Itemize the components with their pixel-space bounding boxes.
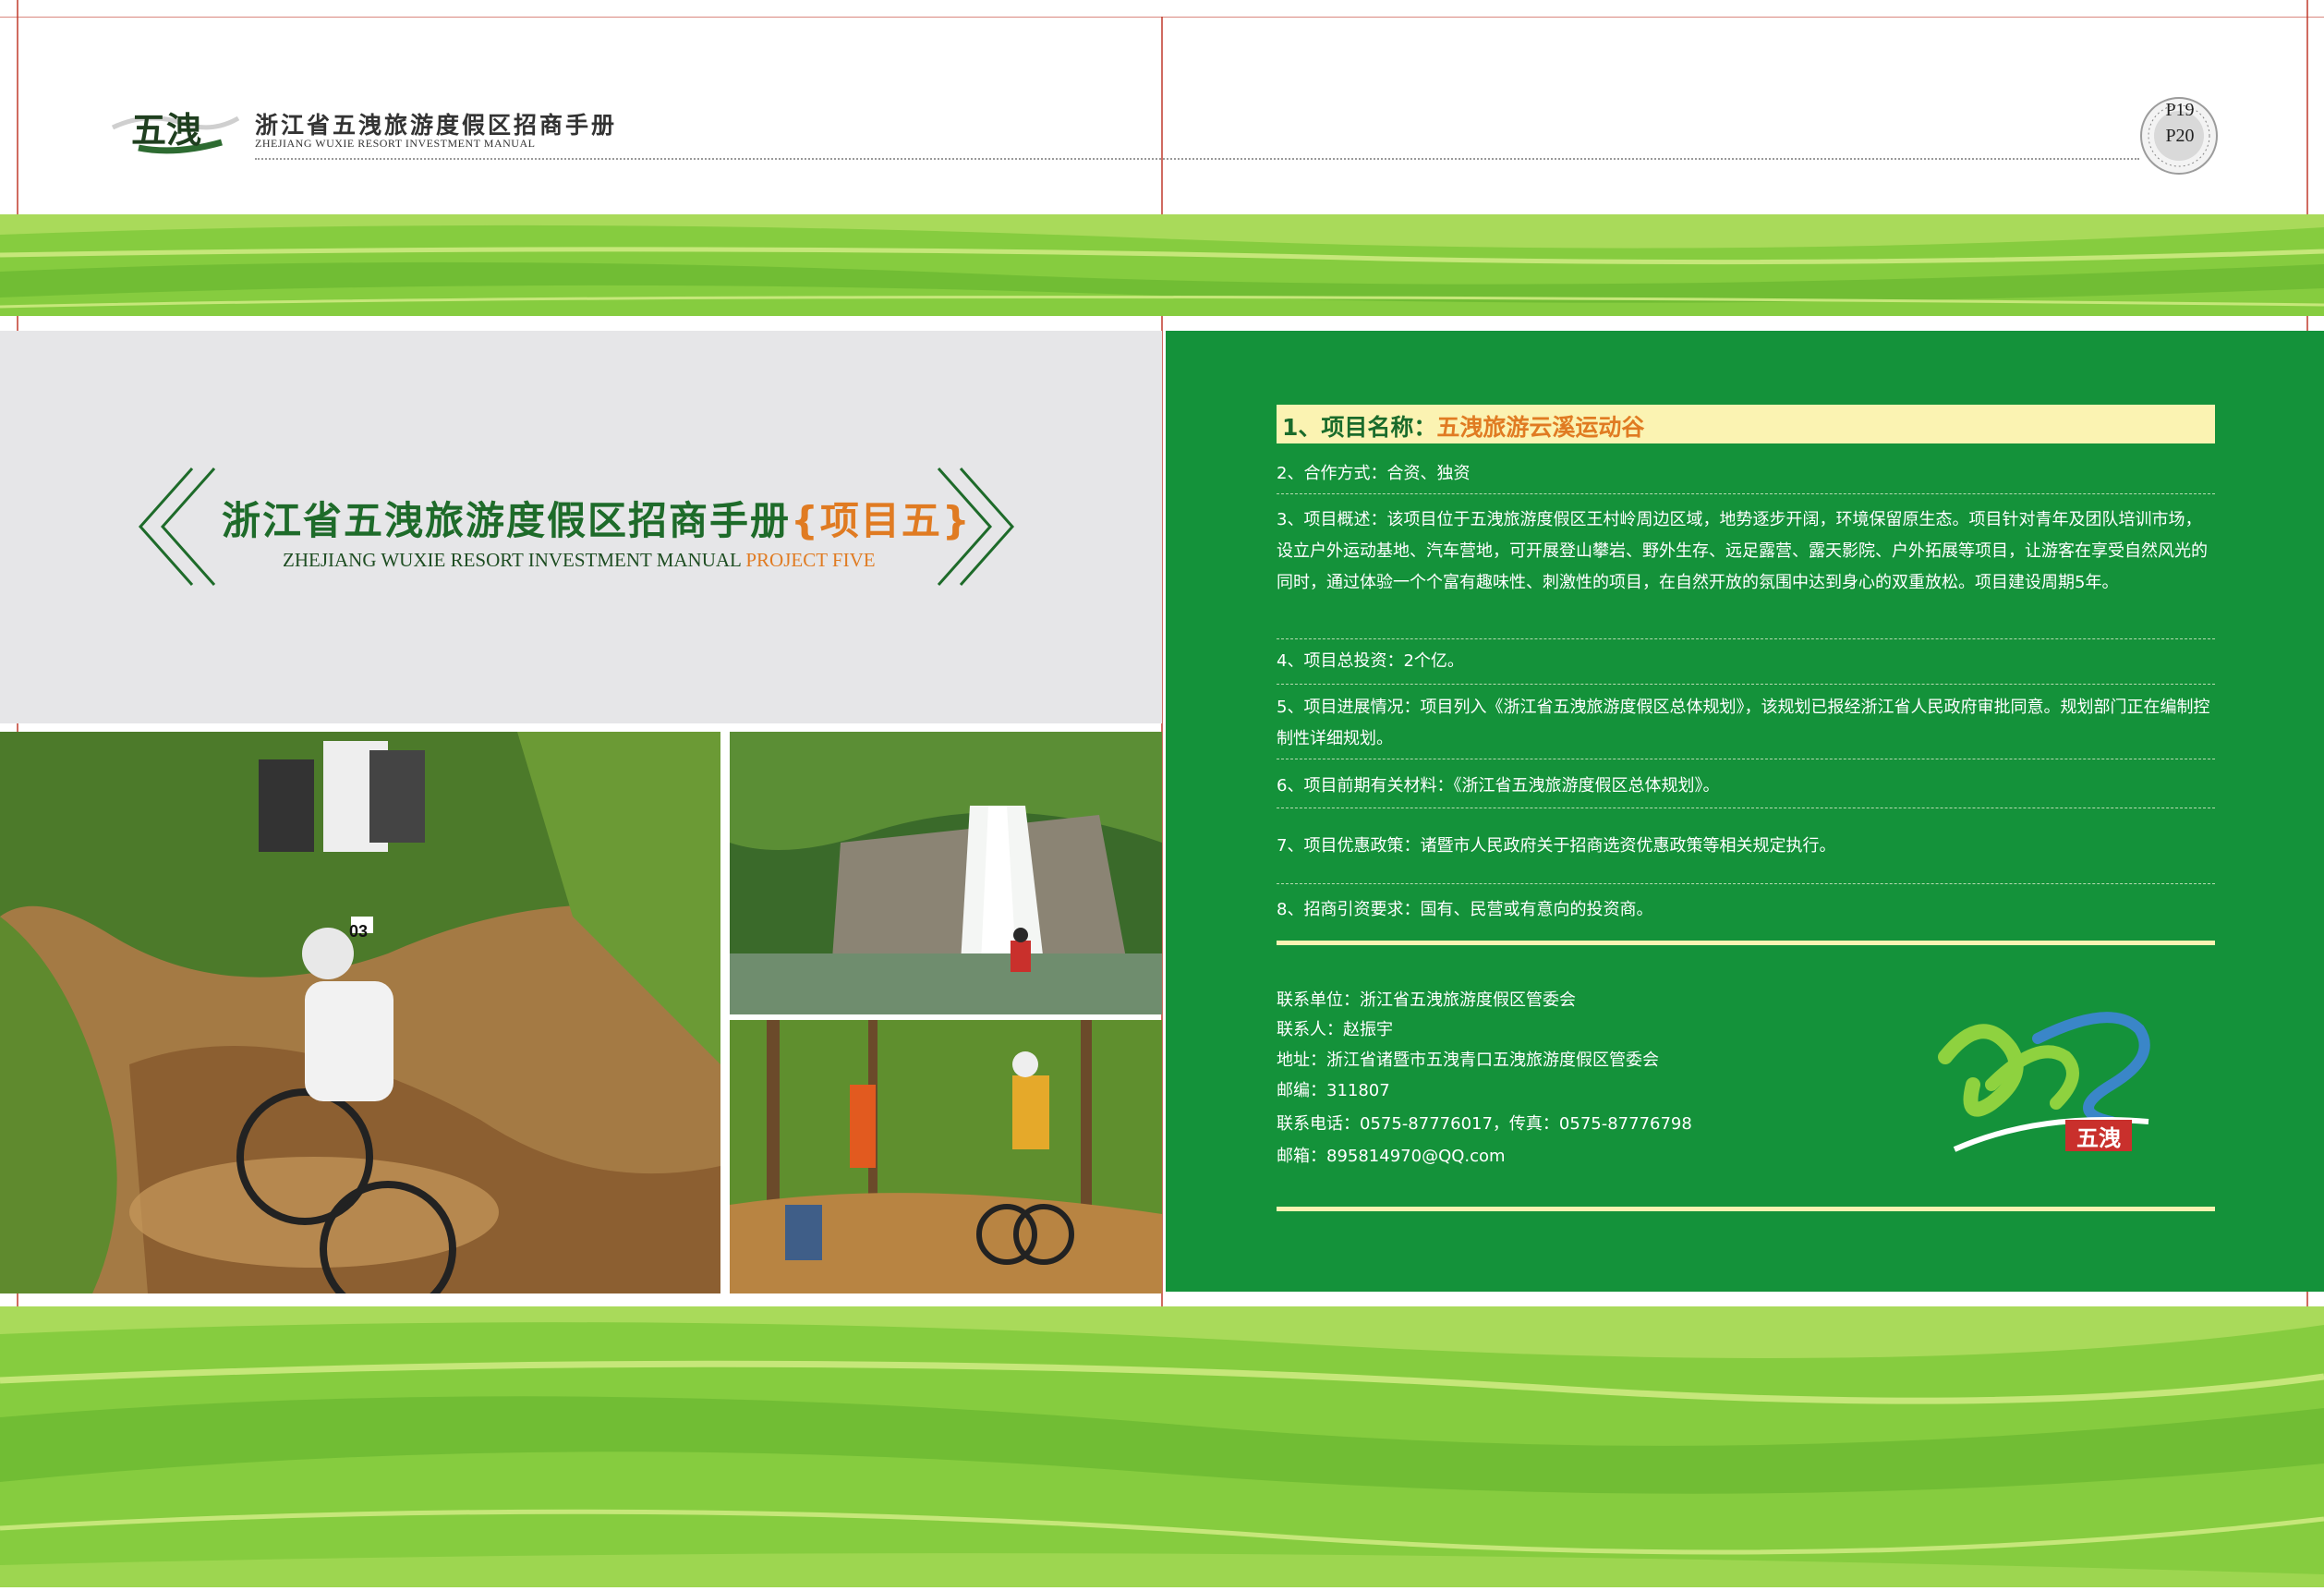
contact-unit: 联系单位：浙江省五洩旅游度假区管委会 xyxy=(1277,990,1576,1010)
project-number-highlight: {项目五} xyxy=(791,498,972,543)
header-subtitle: ZHEJIANG WUXIE RESORT INVESTMENT MANUAL xyxy=(255,137,536,150)
project-english-title: ZHEJIANG WUXIE RESORT INVESTMENT MANUAL … xyxy=(283,549,876,572)
section-divider xyxy=(1277,941,2215,945)
contact-phone-fax: 联系电话：0575-87776017，传真：0575-87776798 xyxy=(1277,1114,1692,1134)
page-number-left: P19 xyxy=(2165,100,2195,120)
divider xyxy=(1277,493,2215,494)
preliminary-materials: 6、项目前期有关材料：《浙江省五洩旅游度假区总体规划》。 xyxy=(1277,776,1720,796)
bottom-green-band xyxy=(0,1306,2324,1587)
total-investment: 4、项目总投资：2个亿。 xyxy=(1277,651,1464,671)
project-english-title-text: ZHEJIANG WUXIE RESORT INVESTMENT MANUAL xyxy=(283,549,742,571)
trim-line-top xyxy=(0,17,2324,18)
project-progress: 5、项目进展情况：项目列入《浙江省五洩旅游度假区总体规划》，该规划已报经浙江省人… xyxy=(1277,698,2210,748)
header-divider xyxy=(255,158,2139,160)
brand-logo-text: 五洩 xyxy=(2076,1124,2121,1151)
contact-address: 地址：浙江省诸暨市五洩青口五洩旅游度假区管委会 xyxy=(1277,1051,1659,1070)
bike-race-number: 03 xyxy=(349,922,368,941)
divider xyxy=(1277,638,2215,639)
mountain-bike-photo: 03 xyxy=(0,732,720,1293)
project-name-label: 1、项目名称： xyxy=(1282,414,1437,441)
header-title: 浙江省五洩旅游度假区招商手册 xyxy=(255,112,618,139)
preferential-policy: 7、项目优惠政策：诸暨市人民政府关于招商选资优惠政策等相关规定执行。 xyxy=(1277,836,1836,856)
project-name-bar: 1、项目名称：五洩旅游云溪运动谷 xyxy=(1277,405,2215,443)
project-name-value: 五洩旅游云溪运动谷 xyxy=(1436,414,1645,441)
project-overview: 3、项目概述：该项目位于五洩旅游度假区王村岭周边区域，地势逐步开阔，环境保留原生… xyxy=(1277,510,2208,592)
cooperation-method: 2、合作方式：合资、独资 xyxy=(1277,464,1471,483)
project-five-label: PROJECT FIVE xyxy=(745,549,876,571)
contact-postcode: 邮编：311807 xyxy=(1277,1081,1390,1100)
project-name-heading: 1、项目名称：五洩旅游云溪运动谷 xyxy=(1282,409,1644,443)
forest-bike-photo xyxy=(730,1020,1162,1293)
wuxie-brand-logo-icon: 五洩 xyxy=(1927,1002,2167,1160)
contact-person: 联系人：赵振宇 xyxy=(1277,1020,1393,1039)
project-main-title: 浙江省五洩旅游度假区招商手册{项目五} xyxy=(222,490,972,546)
page-number-right: P20 xyxy=(2165,126,2195,146)
project-main-title-text: 浙江省五洩旅游度假区招商手册 xyxy=(222,498,792,543)
header-logo-text: 五洩 xyxy=(131,109,202,151)
waterfall-photo xyxy=(730,732,1162,1014)
contact-email: 邮箱：895814970@QQ.com xyxy=(1277,1147,1506,1166)
divider xyxy=(1277,684,2215,685)
divider xyxy=(1277,883,2215,884)
section-divider-bottom xyxy=(1277,1207,2215,1211)
top-green-band xyxy=(0,214,2324,316)
investment-requirements: 8、招商引资要求：国有、民营或有意向的投资商。 xyxy=(1277,900,1653,919)
